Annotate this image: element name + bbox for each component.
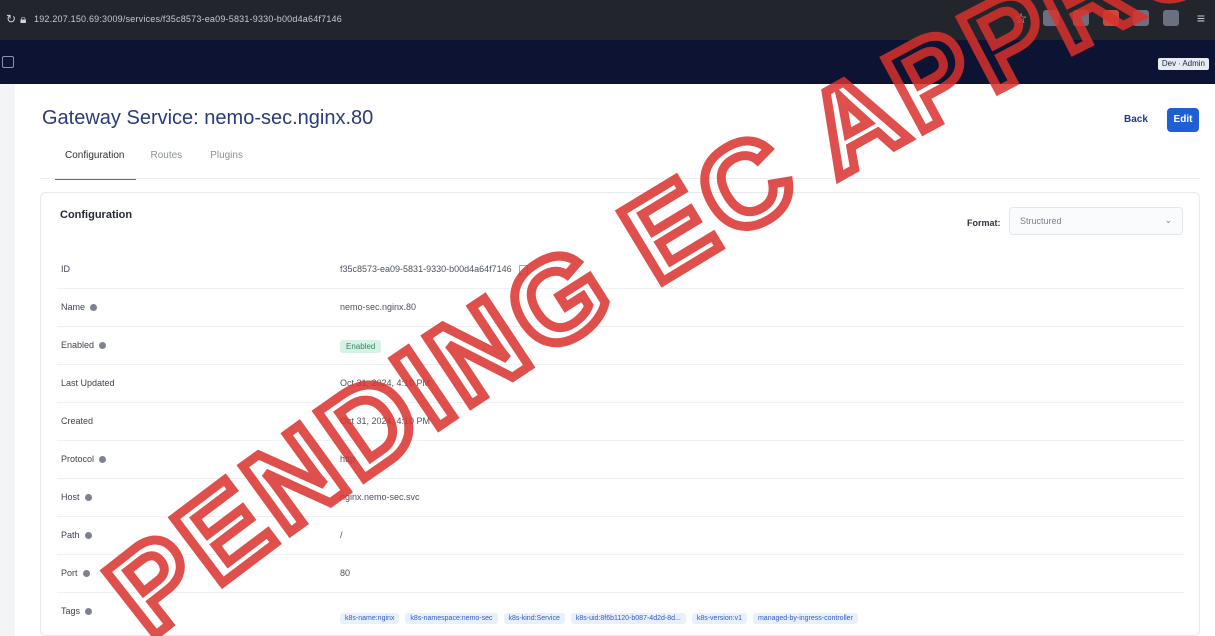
row-key-label: Protocol (61, 454, 95, 464)
row-key-label: Path (61, 530, 80, 540)
chevron-down-icon: ⌄ (1164, 215, 1172, 225)
config-row-name: Name nemo-sec.nginx.80 (57, 288, 1185, 327)
row-value: 80 (340, 568, 351, 578)
reload-icon[interactable]: ↻ (6, 13, 18, 25)
row-key: Path (61, 530, 92, 540)
row-key: Protocol (61, 454, 107, 464)
row-key: Enabled (61, 340, 107, 350)
card-title: Configuration (60, 209, 133, 221)
info-icon[interactable] (84, 494, 92, 502)
sidebar-toggle-icon[interactable] (2, 56, 14, 68)
tab-bar: Configuration Routes Plugins (55, 146, 257, 180)
format-select[interactable]: Structured ⌄ (1009, 207, 1183, 235)
config-row-enabled: Enabled Enabled (57, 326, 1185, 365)
row-key: Created (61, 416, 94, 426)
tag: k8s-kind:Service (503, 613, 565, 624)
tag-list: k8s-name:nginx k8s-namespace:nemo-sec k8s-… (340, 612, 864, 624)
row-key-label: Name (61, 302, 86, 312)
config-row-id: ID f35c8573-ea09-5831-9330-b00d4a64f7146 (57, 250, 1185, 289)
notification-icon[interactable] (1073, 10, 1089, 26)
row-value: / (340, 530, 343, 540)
status-badge: Enabled (340, 340, 382, 353)
row-value: nemo-sec.nginx.80 (340, 302, 417, 312)
format-label: Format: (967, 218, 1001, 228)
config-row-port: Port 80 (57, 554, 1185, 593)
browser-toolbar: ↻ 🔒︎ 192.207.150.69:3009/services/f35c85… (0, 0, 1215, 40)
tag: managed-by-ingress-controller (752, 613, 858, 624)
config-row-path: Path / (57, 516, 1185, 555)
menu-icon[interactable]: ≡ (1193, 10, 1209, 26)
info-icon[interactable] (84, 532, 92, 540)
row-key: ID (61, 264, 70, 274)
row-key-label: Enabled (61, 340, 95, 350)
row-value: nginx.nemo-sec.svc (340, 492, 420, 502)
row-value: Oct 31, 2024, 4:10 PM (340, 416, 431, 426)
id-value: f35c8573-ea09-5831-9330-b00d4a64f7146 (340, 264, 512, 274)
edit-button[interactable]: Edit (1167, 108, 1199, 132)
tab-plugins[interactable]: Plugins (196, 146, 257, 178)
config-row-tags: Tags k8s-name:nginx k8s-namespace:nemo-se… (57, 592, 1185, 630)
tag: k8s-version:v1 (691, 613, 747, 624)
tab-configuration[interactable]: Configuration (55, 146, 137, 180)
info-icon[interactable] (99, 342, 107, 350)
row-key-label: Port (61, 568, 78, 578)
config-row-host: Host nginx.nemo-sec.svc (57, 478, 1185, 517)
lock-icon: 🔒︎ (20, 12, 27, 26)
row-value: Oct 31, 2024, 4:10 PM (340, 378, 431, 388)
tag: k8s-namespace:nemo-sec (405, 613, 498, 624)
info-icon[interactable] (99, 456, 107, 464)
row-value: Enabled (340, 340, 382, 353)
info-icon[interactable] (90, 304, 98, 312)
row-key: Port (61, 568, 90, 578)
account-icon[interactable] (1163, 10, 1179, 26)
row-key-label: Tags (61, 606, 81, 616)
tabs-divider (40, 178, 1200, 179)
row-key: Name (61, 302, 98, 312)
config-row-protocol: Protocol http (57, 440, 1185, 479)
config-row-created: Created Oct 31, 2024, 4:10 PM (57, 402, 1185, 441)
tab-routes[interactable]: Routes (136, 146, 196, 178)
address-bar[interactable]: 192.207.150.69:3009/services/f35c8573-ea… (34, 14, 342, 24)
row-value: f35c8573-ea09-5831-9330-b00d4a64f7146 (340, 264, 528, 275)
left-rail (0, 84, 16, 636)
info-icon[interactable] (85, 608, 93, 616)
addon-red-icon[interactable] (1103, 10, 1119, 26)
shield-icon[interactable] (1133, 10, 1149, 26)
browser-extensions: ☆ ≡ (1013, 10, 1209, 26)
row-key-label: Host (61, 492, 80, 502)
row-key: Host (61, 492, 92, 502)
copy-icon[interactable] (518, 264, 528, 275)
tag: k8s-uid:8f6b1120-b087-4d2d-8d... (570, 613, 686, 624)
row-key: Last Updated (61, 378, 115, 388)
format-select-value: Structured (1020, 216, 1062, 226)
config-row-last-updated: Last Updated Oct 31, 2024, 4:10 PM (57, 364, 1185, 403)
bookmark-star-icon[interactable]: ☆ (1013, 10, 1029, 26)
page-title: Gateway Service: nemo-sec.nginx.80 (42, 107, 374, 129)
app-header (0, 40, 1215, 84)
user-chip[interactable]: Dev ∙ Admin (1157, 58, 1209, 70)
extension-icon[interactable] (1043, 10, 1059, 26)
info-icon[interactable] (82, 570, 90, 578)
row-key: Tags (61, 606, 93, 616)
tag: k8s-name:nginx (340, 613, 400, 624)
back-button[interactable]: Back (1116, 110, 1156, 130)
row-value: http (340, 454, 356, 464)
